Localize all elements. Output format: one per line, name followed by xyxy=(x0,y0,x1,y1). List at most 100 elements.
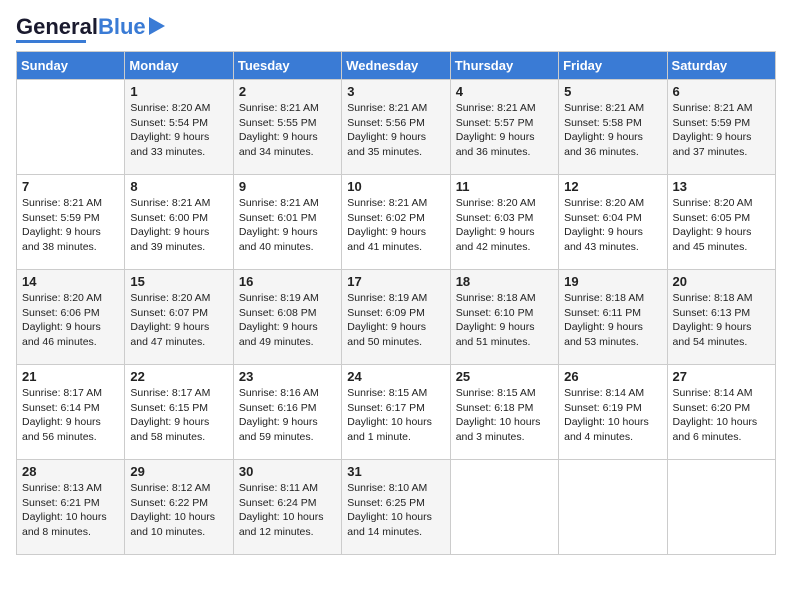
cell-info: Sunrise: 8:18 AMSunset: 6:11 PMDaylight:… xyxy=(564,292,644,348)
cell-info: Sunrise: 8:15 AMSunset: 6:18 PMDaylight:… xyxy=(456,387,541,443)
calendar-cell xyxy=(450,460,558,555)
calendar-cell: 8 Sunrise: 8:21 AMSunset: 6:00 PMDayligh… xyxy=(125,175,233,270)
calendar-cell: 19 Sunrise: 8:18 AMSunset: 6:11 PMDaylig… xyxy=(559,270,667,365)
calendar-cell: 31 Sunrise: 8:10 AMSunset: 6:25 PMDaylig… xyxy=(342,460,450,555)
cell-info: Sunrise: 8:21 AMSunset: 5:57 PMDaylight:… xyxy=(456,102,536,158)
calendar-cell: 18 Sunrise: 8:18 AMSunset: 6:10 PMDaylig… xyxy=(450,270,558,365)
calendar-cell: 26 Sunrise: 8:14 AMSunset: 6:19 PMDaylig… xyxy=(559,365,667,460)
day-number: 21 xyxy=(22,369,120,384)
cell-info: Sunrise: 8:12 AMSunset: 6:22 PMDaylight:… xyxy=(130,482,215,538)
logo-arrow-icon xyxy=(149,17,165,35)
cell-info: Sunrise: 8:21 AMSunset: 6:02 PMDaylight:… xyxy=(347,197,427,253)
header-monday: Monday xyxy=(125,52,233,80)
cell-info: Sunrise: 8:17 AMSunset: 6:15 PMDaylight:… xyxy=(130,387,210,443)
day-number: 12 xyxy=(564,179,662,194)
day-number: 22 xyxy=(130,369,228,384)
calendar-cell: 30 Sunrise: 8:11 AMSunset: 6:24 PMDaylig… xyxy=(233,460,341,555)
calendar-cell: 10 Sunrise: 8:21 AMSunset: 6:02 PMDaylig… xyxy=(342,175,450,270)
day-number: 10 xyxy=(347,179,445,194)
calendar-week-row: 21 Sunrise: 8:17 AMSunset: 6:14 PMDaylig… xyxy=(17,365,776,460)
cell-info: Sunrise: 8:16 AMSunset: 6:16 PMDaylight:… xyxy=(239,387,319,443)
calendar-cell: 12 Sunrise: 8:20 AMSunset: 6:04 PMDaylig… xyxy=(559,175,667,270)
day-number: 8 xyxy=(130,179,228,194)
day-number: 17 xyxy=(347,274,445,289)
cell-info: Sunrise: 8:21 AMSunset: 5:55 PMDaylight:… xyxy=(239,102,319,158)
calendar-cell: 9 Sunrise: 8:21 AMSunset: 6:01 PMDayligh… xyxy=(233,175,341,270)
cell-info: Sunrise: 8:18 AMSunset: 6:10 PMDaylight:… xyxy=(456,292,536,348)
cell-info: Sunrise: 8:20 AMSunset: 6:06 PMDaylight:… xyxy=(22,292,102,348)
day-number: 29 xyxy=(130,464,228,479)
day-number: 15 xyxy=(130,274,228,289)
cell-info: Sunrise: 8:15 AMSunset: 6:17 PMDaylight:… xyxy=(347,387,432,443)
calendar-cell: 21 Sunrise: 8:17 AMSunset: 6:14 PMDaylig… xyxy=(17,365,125,460)
day-number: 16 xyxy=(239,274,337,289)
day-number: 28 xyxy=(22,464,120,479)
cell-info: Sunrise: 8:14 AMSunset: 6:20 PMDaylight:… xyxy=(673,387,758,443)
calendar-cell xyxy=(667,460,775,555)
calendar-week-row: 7 Sunrise: 8:21 AMSunset: 5:59 PMDayligh… xyxy=(17,175,776,270)
day-number: 2 xyxy=(239,84,337,99)
day-number: 5 xyxy=(564,84,662,99)
logo: GeneralBlue xyxy=(16,16,165,43)
day-number: 25 xyxy=(456,369,554,384)
cell-info: Sunrise: 8:13 AMSunset: 6:21 PMDaylight:… xyxy=(22,482,107,538)
day-number: 20 xyxy=(673,274,771,289)
day-number: 18 xyxy=(456,274,554,289)
calendar-cell: 15 Sunrise: 8:20 AMSunset: 6:07 PMDaylig… xyxy=(125,270,233,365)
cell-info: Sunrise: 8:20 AMSunset: 6:03 PMDaylight:… xyxy=(456,197,536,253)
cell-info: Sunrise: 8:18 AMSunset: 6:13 PMDaylight:… xyxy=(673,292,753,348)
header-tuesday: Tuesday xyxy=(233,52,341,80)
calendar-cell: 5 Sunrise: 8:21 AMSunset: 5:58 PMDayligh… xyxy=(559,80,667,175)
header-saturday: Saturday xyxy=(667,52,775,80)
day-number: 24 xyxy=(347,369,445,384)
calendar-cell xyxy=(559,460,667,555)
calendar-cell: 22 Sunrise: 8:17 AMSunset: 6:15 PMDaylig… xyxy=(125,365,233,460)
day-number: 14 xyxy=(22,274,120,289)
cell-info: Sunrise: 8:21 AMSunset: 6:00 PMDaylight:… xyxy=(130,197,210,253)
cell-info: Sunrise: 8:21 AMSunset: 6:01 PMDaylight:… xyxy=(239,197,319,253)
calendar-cell: 24 Sunrise: 8:15 AMSunset: 6:17 PMDaylig… xyxy=(342,365,450,460)
cell-info: Sunrise: 8:20 AMSunset: 6:05 PMDaylight:… xyxy=(673,197,753,253)
calendar-cell: 3 Sunrise: 8:21 AMSunset: 5:56 PMDayligh… xyxy=(342,80,450,175)
calendar-cell xyxy=(17,80,125,175)
calendar-cell: 2 Sunrise: 8:21 AMSunset: 5:55 PMDayligh… xyxy=(233,80,341,175)
day-number: 26 xyxy=(564,369,662,384)
calendar-header-row: SundayMondayTuesdayWednesdayThursdayFrid… xyxy=(17,52,776,80)
calendar-cell: 13 Sunrise: 8:20 AMSunset: 6:05 PMDaylig… xyxy=(667,175,775,270)
calendar-week-row: 1 Sunrise: 8:20 AMSunset: 5:54 PMDayligh… xyxy=(17,80,776,175)
cell-info: Sunrise: 8:20 AMSunset: 6:07 PMDaylight:… xyxy=(130,292,210,348)
calendar-cell: 25 Sunrise: 8:15 AMSunset: 6:18 PMDaylig… xyxy=(450,365,558,460)
day-number: 23 xyxy=(239,369,337,384)
header-sunday: Sunday xyxy=(17,52,125,80)
cell-info: Sunrise: 8:21 AMSunset: 5:59 PMDaylight:… xyxy=(673,102,753,158)
cell-info: Sunrise: 8:20 AMSunset: 6:04 PMDaylight:… xyxy=(564,197,644,253)
day-number: 4 xyxy=(456,84,554,99)
cell-info: Sunrise: 8:17 AMSunset: 6:14 PMDaylight:… xyxy=(22,387,102,443)
day-number: 13 xyxy=(673,179,771,194)
calendar-cell: 29 Sunrise: 8:12 AMSunset: 6:22 PMDaylig… xyxy=(125,460,233,555)
cell-info: Sunrise: 8:21 AMSunset: 5:58 PMDaylight:… xyxy=(564,102,644,158)
cell-info: Sunrise: 8:21 AMSunset: 5:56 PMDaylight:… xyxy=(347,102,427,158)
cell-info: Sunrise: 8:11 AMSunset: 6:24 PMDaylight:… xyxy=(239,482,324,538)
calendar-cell: 14 Sunrise: 8:20 AMSunset: 6:06 PMDaylig… xyxy=(17,270,125,365)
day-number: 3 xyxy=(347,84,445,99)
day-number: 11 xyxy=(456,179,554,194)
cell-info: Sunrise: 8:10 AMSunset: 6:25 PMDaylight:… xyxy=(347,482,432,538)
calendar-cell: 16 Sunrise: 8:19 AMSunset: 6:08 PMDaylig… xyxy=(233,270,341,365)
calendar-cell: 4 Sunrise: 8:21 AMSunset: 5:57 PMDayligh… xyxy=(450,80,558,175)
calendar-cell: 6 Sunrise: 8:21 AMSunset: 5:59 PMDayligh… xyxy=(667,80,775,175)
day-number: 1 xyxy=(130,84,228,99)
day-number: 7 xyxy=(22,179,120,194)
header-wednesday: Wednesday xyxy=(342,52,450,80)
cell-info: Sunrise: 8:21 AMSunset: 5:59 PMDaylight:… xyxy=(22,197,102,253)
day-number: 9 xyxy=(239,179,337,194)
day-number: 27 xyxy=(673,369,771,384)
page-header: GeneralBlue xyxy=(16,16,776,43)
day-number: 30 xyxy=(239,464,337,479)
calendar-cell: 20 Sunrise: 8:18 AMSunset: 6:13 PMDaylig… xyxy=(667,270,775,365)
calendar-table: SundayMondayTuesdayWednesdayThursdayFrid… xyxy=(16,51,776,555)
cell-info: Sunrise: 8:19 AMSunset: 6:09 PMDaylight:… xyxy=(347,292,427,348)
cell-info: Sunrise: 8:19 AMSunset: 6:08 PMDaylight:… xyxy=(239,292,319,348)
calendar-cell: 11 Sunrise: 8:20 AMSunset: 6:03 PMDaylig… xyxy=(450,175,558,270)
day-number: 6 xyxy=(673,84,771,99)
